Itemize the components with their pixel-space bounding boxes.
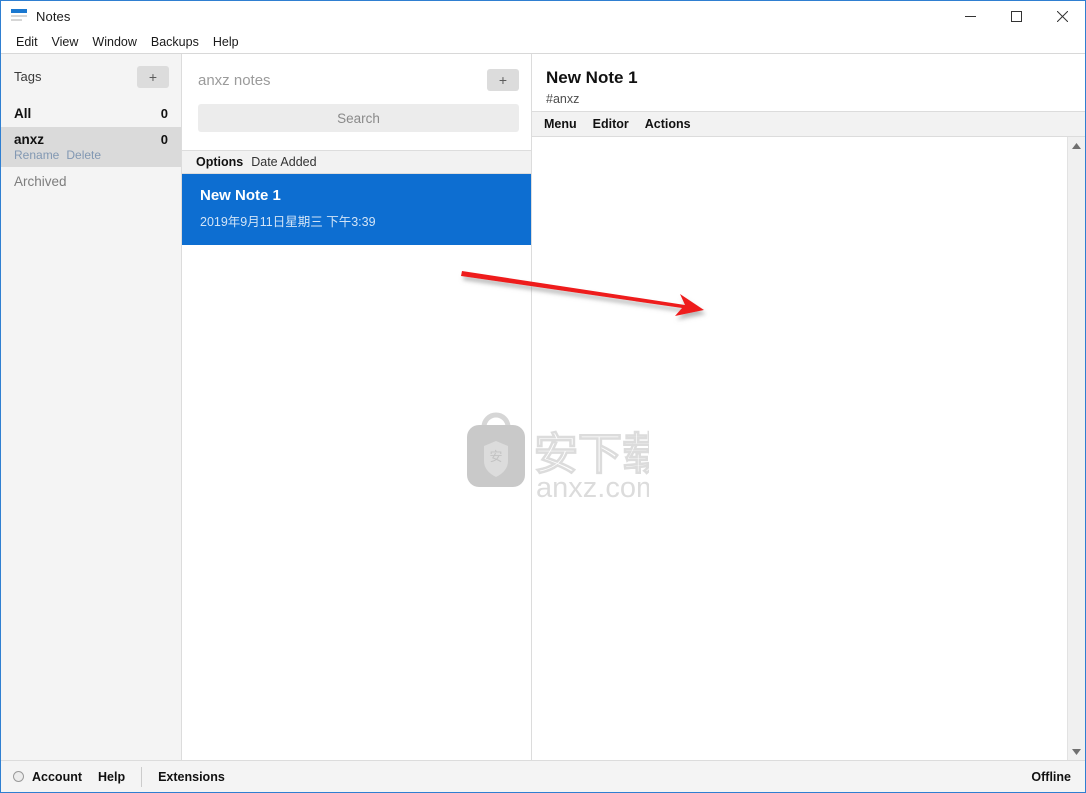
add-note-button[interactable]: + <box>487 69 519 91</box>
list-item[interactable]: New Note 1 2019年9月11日星期三 下午3:39 <box>182 174 531 245</box>
toolbar-actions-button[interactable]: Actions <box>645 117 691 131</box>
tags-title: Tags <box>14 69 42 84</box>
menu-bar: Edit View Window Backups Help <box>1 31 1085 54</box>
window-title: Notes <box>36 8 71 24</box>
account-status-icon <box>13 771 24 782</box>
tag-count: 0 <box>160 132 168 147</box>
close-icon[interactable] <box>1039 1 1085 31</box>
menu-item-window[interactable]: Window <box>85 32 143 52</box>
menu-item-help[interactable]: Help <box>206 32 246 52</box>
sort-mode-label[interactable]: Date Added <box>251 155 316 169</box>
sidebar-item-archived[interactable]: Archived <box>1 167 181 195</box>
add-tag-button[interactable]: + <box>137 65 169 88</box>
editor-scrollbar[interactable] <box>1067 137 1085 760</box>
toolbar-menu-button[interactable]: Menu <box>544 117 577 131</box>
menu-item-edit[interactable]: Edit <box>9 32 45 52</box>
title-bar: Notes <box>1 1 1085 31</box>
sidebar-filler <box>1 195 181 760</box>
editor-tag-label[interactable]: #anxz <box>546 92 1085 106</box>
tags-sidebar: Tags + All 0 anxz 0 Rename Delete Archiv… <box>1 54 182 760</box>
note-list: New Note 1 2019年9月11日星期三 下午3:39 <box>182 174 531 760</box>
rename-tag-link[interactable]: Rename <box>14 148 59 162</box>
status-divider <box>141 766 143 787</box>
scroll-up-arrow-icon[interactable] <box>1068 137 1085 154</box>
note-editor-panel: New Note 1 #anxz Menu Editor Actions <box>532 54 1085 760</box>
tags-header: Tags + <box>1 54 181 99</box>
notes-logo-icon <box>11 9 27 23</box>
sidebar-item-all[interactable]: All 0 <box>1 99 181 127</box>
options-button[interactable]: Options <box>196 155 243 169</box>
extensions-button[interactable]: Extensions <box>158 770 225 784</box>
scroll-down-arrow-icon[interactable] <box>1068 743 1085 760</box>
delete-tag-link[interactable]: Delete <box>66 148 101 162</box>
archived-label: Archived <box>14 173 67 189</box>
note-text-area[interactable] <box>532 137 1067 760</box>
search-input[interactable]: Search <box>198 104 519 132</box>
tag-count: 0 <box>160 105 168 121</box>
menu-item-view[interactable]: View <box>45 32 86 52</box>
maximize-icon[interactable] <box>993 1 1039 31</box>
sidebar-item-anxz[interactable]: anxz 0 Rename Delete <box>1 127 181 167</box>
editor-header: New Note 1 #anxz <box>532 54 1085 112</box>
tag-label: All <box>14 105 32 121</box>
status-bar: Account Help Extensions Offline <box>1 760 1085 792</box>
help-button[interactable]: Help <box>98 770 125 784</box>
minimize-icon[interactable] <box>947 1 993 31</box>
editor-toolbar: Menu Editor Actions <box>532 112 1085 137</box>
account-button[interactable]: Account <box>32 770 82 784</box>
notes-list-panel: anxz notes + Search Options Date Added N… <box>182 54 532 760</box>
note-item-date: 2019年9月11日星期三 下午3:39 <box>200 215 376 229</box>
notes-options-bar: Options Date Added <box>182 150 531 174</box>
notes-list-header: anxz notes + Search <box>182 54 531 150</box>
search-placeholder: Search <box>337 110 380 126</box>
window-controls <box>947 1 1085 31</box>
toolbar-editor-button[interactable]: Editor <box>593 117 629 131</box>
menu-item-backups[interactable]: Backups <box>144 32 206 52</box>
notes-header-row: anxz notes + <box>198 64 519 96</box>
scrollbar-track[interactable] <box>1068 154 1085 743</box>
notes-application-window: Notes Edit View Window Backups Help Tags… <box>0 0 1086 793</box>
main-body: Tags + All 0 anxz 0 Rename Delete Archiv… <box>1 54 1085 760</box>
notes-list-title: anxz notes <box>198 71 271 89</box>
tag-actions: Rename Delete <box>14 148 168 162</box>
tag-label: anxz <box>14 132 45 147</box>
note-item-title: New Note 1 <box>200 187 281 204</box>
connection-status-badge: Offline <box>1031 769 1071 784</box>
page-title[interactable]: New Note 1 <box>546 68 1085 88</box>
editor-body <box>532 137 1085 760</box>
